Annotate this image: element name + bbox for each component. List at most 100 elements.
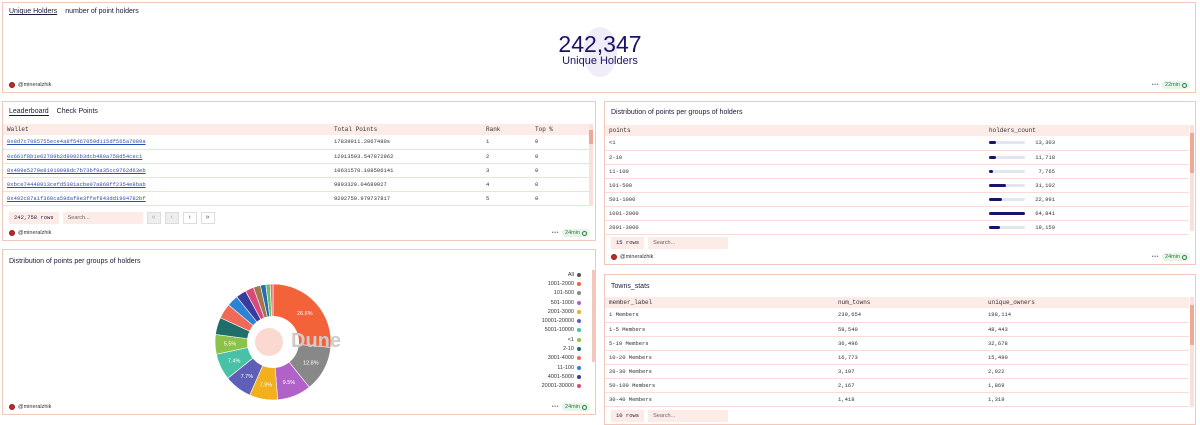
legend-swatch: [577, 374, 581, 379]
table-row: 1001-2000 64,841: [605, 206, 1189, 221]
col-wallet[interactable]: Wallet: [3, 124, 330, 135]
count-bar: [989, 169, 1025, 173]
legend-swatch: [577, 272, 581, 277]
count-bar-fill: [989, 225, 1000, 229]
scrollbar[interactable]: [1190, 297, 1194, 407]
legend-item[interactable]: 3001-4000: [542, 354, 581, 363]
count-bar: [989, 211, 1025, 215]
legend-item[interactable]: 10001-20000: [542, 316, 581, 325]
more-icon[interactable]: •••: [1152, 254, 1159, 260]
legend-item[interactable]: 5001-10000: [542, 326, 581, 335]
refresh-status[interactable]: ••• 24min: [552, 403, 590, 411]
col-points[interactable]: points: [605, 125, 985, 136]
credit[interactable]: @mineralzhik: [9, 230, 51, 236]
slice-data-label: 5.5%: [224, 342, 237, 348]
avatar: [611, 254, 617, 260]
slice-data-label: 26.6%: [297, 311, 313, 317]
legend-item[interactable]: 4001-5000: [542, 372, 581, 381]
table-row: 0x499e5279e81910098dc7b73bf9a35cc9762d63…: [3, 163, 589, 178]
watermark: Dune: [291, 330, 341, 352]
table-row: 2001-3000 19,159: [605, 220, 1189, 235]
count-bar-fill: [989, 211, 1025, 215]
col-holders-count[interactable]: holders_count: [985, 125, 1189, 136]
legend-swatch: [577, 384, 581, 389]
scrollbar[interactable]: [1190, 125, 1194, 231]
legend-item[interactable]: 1001-2000: [542, 279, 581, 288]
unique-holders-title[interactable]: Unique Holders: [9, 8, 57, 15]
towns-stats-panel: Towns_stats member_label num_towns uniqu…: [604, 274, 1196, 425]
scrollbar[interactable]: [592, 270, 595, 362]
leaderboard-table-wrap: Wallet Total Points Rank Top % 0x8d7c708…: [3, 124, 589, 206]
col-top[interactable]: Top %: [531, 124, 589, 135]
refresh-status[interactable]: ••• 24min: [552, 229, 590, 237]
legend-item[interactable]: All: [542, 270, 581, 279]
table-row: 30-40 Members 1,418 1,319: [605, 392, 1189, 407]
more-icon[interactable]: •••: [552, 404, 559, 410]
legend-swatch: [577, 291, 581, 296]
last-page-button[interactable]: »: [200, 212, 215, 224]
credit[interactable]: @mineralzhik: [9, 404, 51, 410]
leaderboard-panel: Leaderboard Check Points Wallet Total Po…: [2, 101, 596, 241]
count-bar: [989, 197, 1025, 201]
table-row: 2-10 11,718: [605, 150, 1189, 165]
col-rank[interactable]: Rank: [482, 124, 531, 135]
legend-swatch: [577, 309, 581, 314]
distribution-table-title: Distribution of points per groups of hol…: [611, 109, 743, 116]
col-num-towns[interactable]: num_towns: [834, 297, 984, 308]
legend-swatch: [577, 328, 581, 333]
credit[interactable]: @mineralzhik: [9, 82, 51, 88]
row-count: 10 rows: [611, 410, 645, 422]
prev-page-button[interactable]: ‹: [164, 212, 179, 224]
legend-item[interactable]: 501-1000: [542, 298, 581, 307]
legend-swatch: [577, 356, 581, 361]
col-total-points[interactable]: Total Points: [330, 124, 482, 135]
row-count: 15 rows: [611, 237, 645, 249]
legend-swatch: [577, 347, 581, 352]
more-icon[interactable]: •••: [552, 230, 559, 236]
count-bar-fill: [989, 169, 994, 173]
tab-leaderboard[interactable]: Leaderboard: [9, 108, 49, 116]
first-page-button[interactable]: «: [146, 212, 161, 224]
table-row: 101-500 31,102: [605, 178, 1189, 193]
avatar: [9, 230, 15, 236]
table-row: 1-5 Members 58,540 48,443: [605, 322, 1189, 337]
unique-holders-panel: Unique Holders number of point holders 2…: [2, 2, 1196, 93]
clock-icon: [582, 404, 587, 410]
more-icon[interactable]: •••: [1152, 82, 1159, 88]
slice-data-label: 7.4%: [228, 358, 241, 364]
refresh-status[interactable]: ••• 22min: [1152, 81, 1190, 89]
towns-stats-title: Towns_stats: [611, 283, 650, 290]
col-unique-owners[interactable]: unique_owners: [984, 297, 1189, 308]
table-row: 20-30 Members 3,197 2,922: [605, 364, 1189, 379]
search-input[interactable]: Search...: [62, 212, 143, 224]
scrollbar[interactable]: [589, 124, 593, 206]
legend-item[interactable]: 20001-30000: [542, 382, 581, 391]
search-input[interactable]: Search...: [648, 237, 729, 249]
count-bar-fill: [989, 197, 1002, 201]
wallet-link[interactable]: 0x492c87a1f360ca59daf9e3ffef843dd1904782…: [3, 191, 330, 206]
legend-swatch: [577, 337, 581, 342]
counter-label: Unique Holders: [562, 55, 638, 67]
wallet-link[interactable]: 0x661f8b1e62789b2d9092b3dcb480a758d54cec…: [3, 149, 330, 164]
table-row: 10-20 Members 16,773 15,490: [605, 350, 1189, 365]
search-input[interactable]: Search...: [648, 410, 729, 422]
legend-item[interactable]: <1: [542, 335, 581, 344]
wallet-link[interactable]: 0xbce74448913cefd5381acbe07a868ff2354e8b…: [3, 177, 330, 192]
legend-item[interactable]: 2-10: [542, 344, 581, 353]
distribution-table: points holders_count <1 13,303 2-10 11,718 1…: [605, 125, 1189, 235]
table-row: 0x661f8b1e62789b2d9092b3dcb480a758d54cec…: [3, 149, 589, 164]
count-bar: [989, 141, 1025, 145]
distribution-chart-title: Distribution of points per groups of hol…: [9, 258, 141, 265]
credit[interactable]: @mineralzhik: [611, 254, 653, 260]
legend-item[interactable]: 11-100: [542, 363, 581, 372]
tab-check-points[interactable]: Check Points: [57, 108, 98, 115]
table-row: 5-10 Members 36,496 32,678: [605, 336, 1189, 351]
col-member-label[interactable]: member_label: [605, 297, 834, 308]
legend-item[interactable]: 101-500: [542, 289, 581, 298]
legend-item[interactable]: 2001-3000: [542, 307, 581, 316]
next-page-button[interactable]: ›: [182, 212, 197, 224]
refresh-status[interactable]: ••• 24min: [1152, 253, 1190, 261]
wallet-link[interactable]: 0x499e5279e81910098dc7b73bf9a35cc9762d63…: [3, 163, 330, 178]
table-row: 50-100 Members 2,167 1,869: [605, 378, 1189, 393]
wallet-link[interactable]: 0x8d7c7085755ece4a8f5467059d115df565a708…: [3, 135, 330, 150]
